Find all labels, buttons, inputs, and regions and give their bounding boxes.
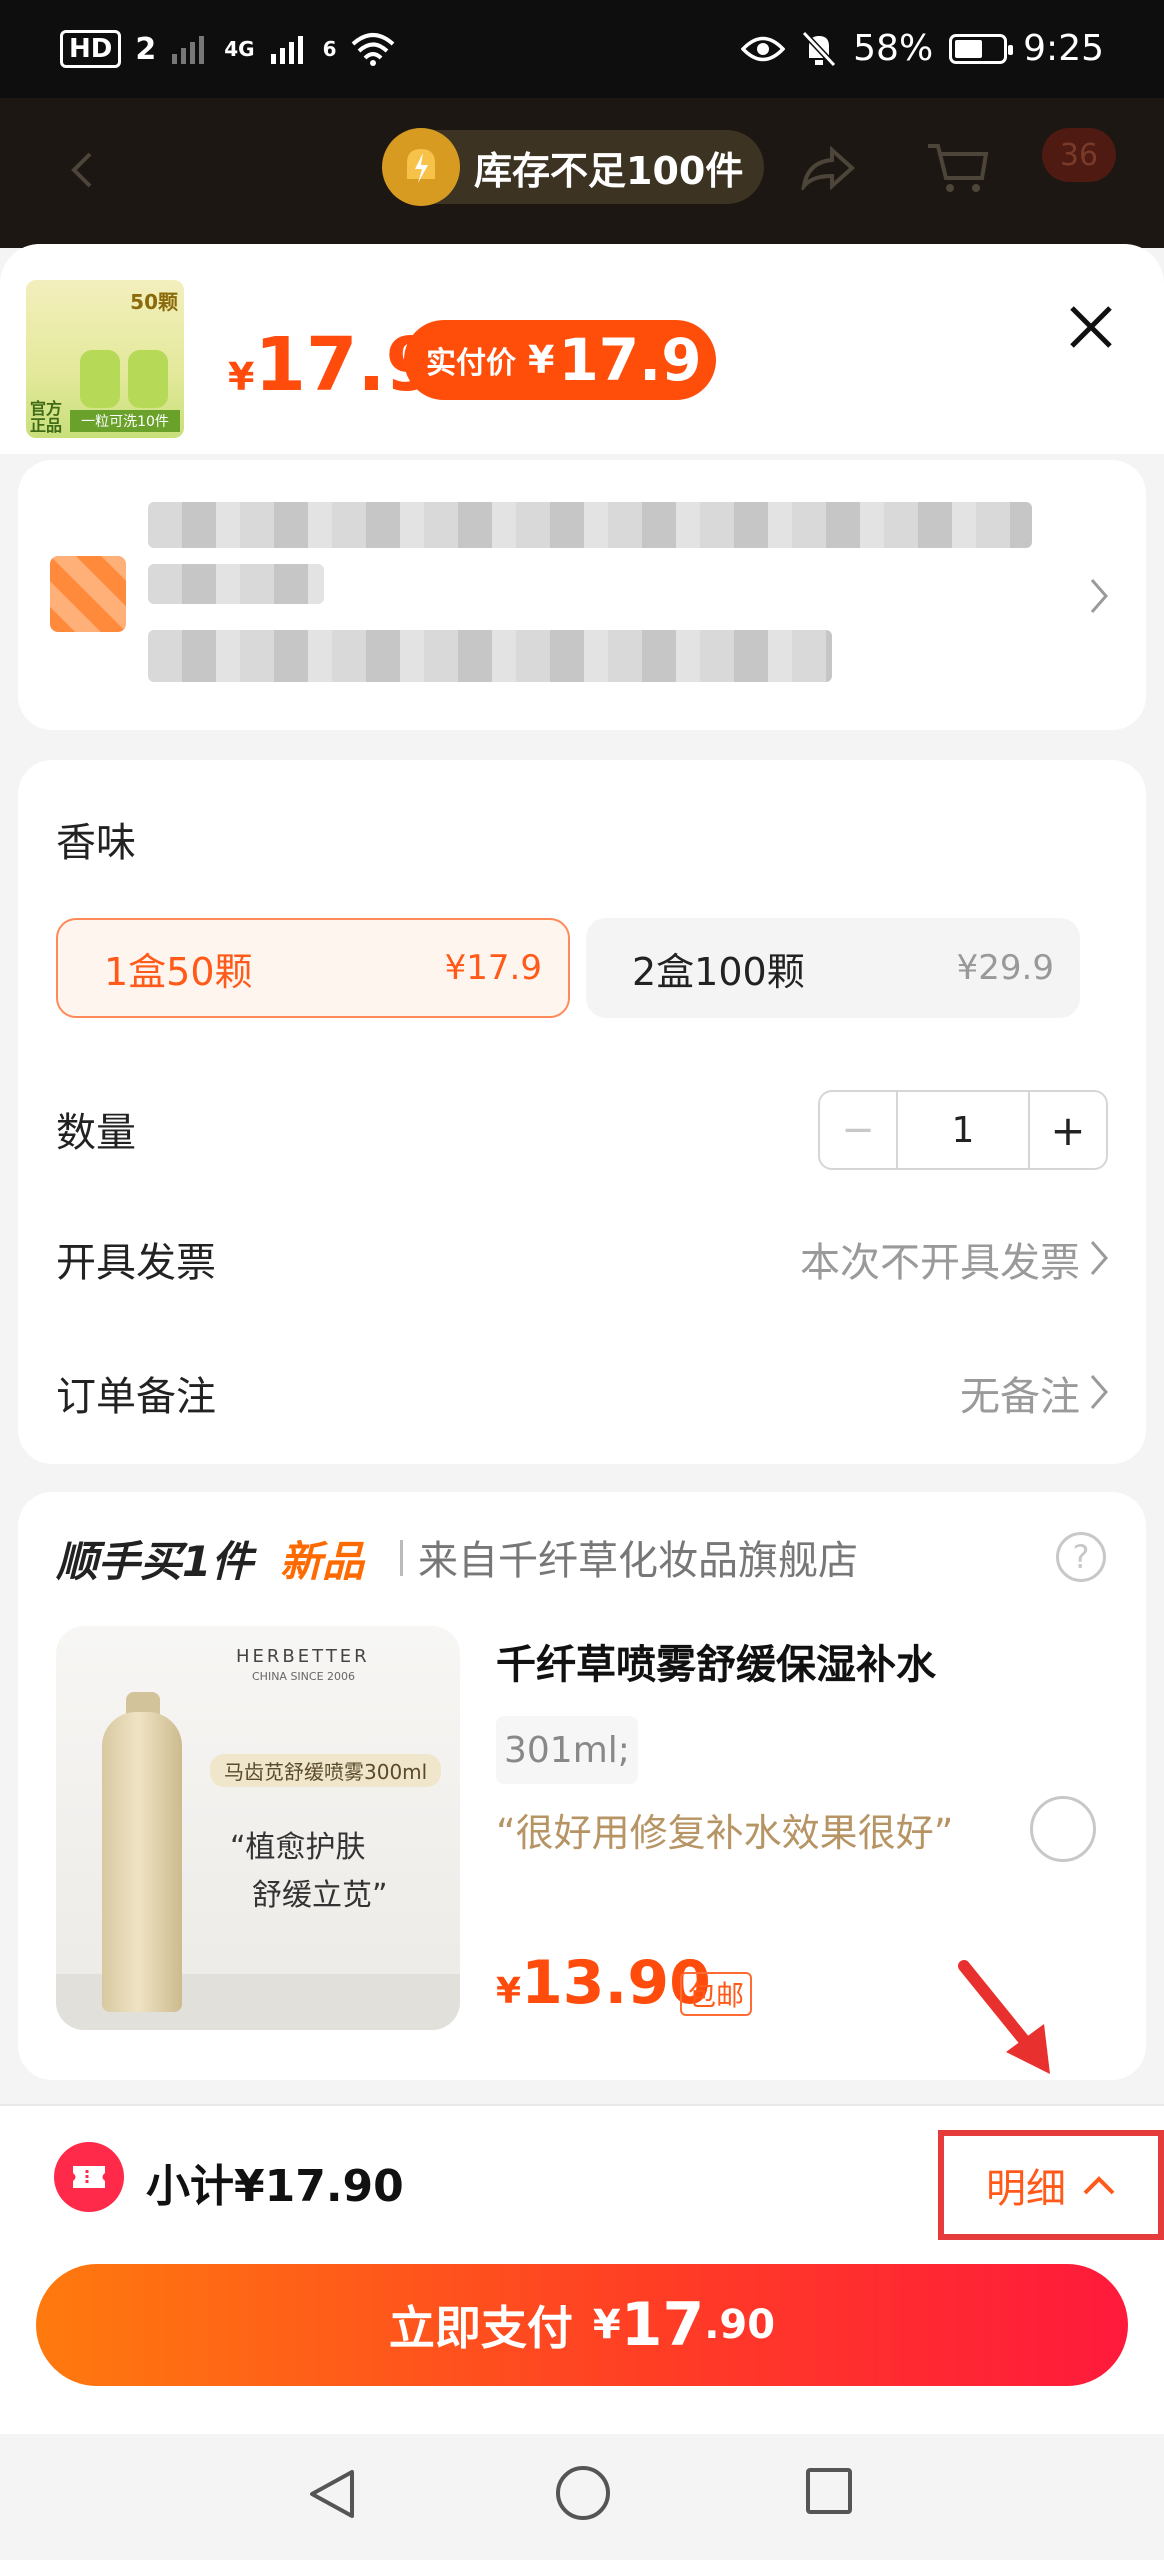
upsell-source-store: 来自千纤草化妆品旗舰店 (418, 1538, 858, 1584)
subtotal-text: 小计¥17.90 (146, 2161, 404, 2212)
hd-badge: HD (60, 30, 122, 68)
pay-now-currency: ¥ (592, 2302, 621, 2348)
signal-icon-2 (270, 36, 303, 64)
wifi-label: 6 (322, 37, 337, 61)
actual-pay-pill: 实付价 ¥ 17.9 (404, 320, 716, 400)
quantity-label: 数量 (56, 1110, 136, 1156)
battery-icon (949, 33, 1014, 64)
pay-now-amount-dec: .90 (704, 2302, 776, 2348)
annotation-arrow-icon (958, 1960, 1050, 2074)
sheet-header: 50颗 官方正品 一粒可洗10件 ¥17.9 实付价 ¥ 17.9 (0, 244, 1164, 454)
battery-level (955, 39, 983, 58)
eye-icon (741, 36, 786, 61)
scent-section-title: 香味 (56, 820, 136, 866)
address-name-blurred (148, 502, 1032, 548)
coupon-icon (54, 2142, 124, 2212)
chevron-right-icon (1090, 1241, 1108, 1275)
detail-label: 明细 (986, 2166, 1066, 2212)
pay-now-label: 立即支付 (388, 2301, 573, 2355)
thumbnail-pod (128, 350, 168, 408)
upsell-price: ¥13.90 (496, 1948, 711, 2018)
nav-back-icon[interactable] (306, 2466, 358, 2522)
nav-home-icon[interactable] (556, 2466, 610, 2520)
address-line-blurred (148, 564, 324, 604)
heading-divider (400, 1540, 403, 1576)
signal-icon (172, 36, 205, 64)
option-price: ¥29.9 (956, 948, 1054, 988)
stock-warning-pill: 库存不足100件 (382, 128, 764, 206)
upsell-heading: 顺手买1件 (56, 1537, 254, 1586)
status-left: HD 2 4G 6 (60, 30, 396, 68)
help-icon[interactable]: ? (1056, 1532, 1106, 1582)
quantity-input[interactable]: 1 (898, 1092, 1028, 1168)
stock-warning-text: 库存不足100件 (474, 148, 744, 193)
price-currency: ¥ (228, 355, 255, 399)
cart-icon[interactable] (926, 142, 990, 196)
quantity-plus-button[interactable]: + (1028, 1092, 1106, 1168)
upsell-review-quote: “很好用修复补水效果很好” (496, 1811, 954, 1855)
chevron-right-icon (1090, 579, 1108, 613)
actual-pay-label: 实付价 (426, 346, 516, 381)
image-quote-line-1: “植愈护肤 (230, 1830, 366, 1865)
sim-label: 2 (135, 31, 157, 67)
network-label: 4G (224, 37, 255, 61)
actual-pay-value: 17.9 (558, 326, 702, 394)
product-thumbnail: 50颗 官方正品 一粒可洗10件 (26, 280, 184, 438)
back-arrow-icon[interactable] (62, 150, 102, 190)
remark-value: 无备注 (960, 1374, 1080, 1420)
free-shipping-badge: 包邮 (680, 1972, 753, 2016)
cart-badge: 36 (1042, 128, 1116, 182)
upsell-product-spec: 301ml; (496, 1716, 638, 1784)
chevron-right-icon (1090, 1375, 1108, 1409)
pay-now-amount-int: 17 (620, 2290, 705, 2360)
address-phone-blurred (148, 630, 832, 682)
upsell-new-tag: 新品 (280, 1537, 365, 1586)
remark-label: 订单备注 (56, 1374, 216, 1420)
spray-bottle (102, 1712, 182, 2012)
chevron-up-icon (1083, 2176, 1115, 2195)
system-nav-bar (0, 2434, 1164, 2560)
invoice-row[interactable]: 开具发票 本次不开具发票 (18, 1200, 1146, 1310)
detail-button[interactable]: 明细 (938, 2130, 1164, 2240)
image-brand-sub: CHINA SINCE 2006 (252, 1670, 356, 1683)
thumbnail-badge: 50颗 (130, 290, 178, 314)
bolt-bell-icon (382, 128, 460, 206)
quantity-minus-button[interactable]: − (820, 1092, 898, 1168)
status-right: 58% 9:25 (741, 28, 1104, 69)
option-2-box-100[interactable]: 2盒100颗 ¥29.9 (586, 918, 1080, 1018)
battery-percent: 58% (853, 28, 934, 69)
location-pin-icon (50, 556, 126, 632)
address-card[interactable] (18, 460, 1146, 730)
product-header-dimmed: 库存不足100件 36 (0, 98, 1164, 248)
option-label: 2盒100颗 (632, 949, 805, 994)
upsell-product-title[interactable]: 千纤草喷雾舒缓保湿补水 (496, 1632, 936, 1690)
option-label: 1盒50颗 (104, 949, 253, 994)
quantity-stepper: − 1 + (818, 1090, 1108, 1170)
image-brand-text: HERBETTER (236, 1646, 370, 1667)
image-quote-line-2: 舒缓立苋” (252, 1878, 388, 1913)
share-icon[interactable] (800, 146, 856, 190)
invoice-label: 开具发票 (56, 1240, 216, 1286)
checkout-bar: 小计¥17.90 明细 立即支付 ¥ 17 .90 (0, 2104, 1164, 2434)
image-product-tag: 马齿苋舒缓喷雾300ml (210, 1754, 442, 1787)
pay-now-button[interactable]: 立即支付 ¥ 17 .90 (36, 2264, 1128, 2386)
thumbnail-bottom-banner: 一粒可洗10件 (70, 410, 180, 432)
remark-row[interactable]: 订单备注 无备注 (18, 1334, 1146, 1444)
upsell-price-currency: ¥ (496, 1971, 522, 2012)
nav-recent-apps-icon[interactable] (806, 2468, 852, 2514)
mute-bell-icon (801, 30, 837, 67)
thumbnail-official-label: 官方正品 (30, 399, 63, 435)
close-icon[interactable] (1064, 300, 1118, 354)
invoice-value: 本次不开具发票 (800, 1240, 1080, 1286)
thumbnail-pod (80, 350, 120, 408)
wifi-icon (352, 33, 395, 66)
spec-card: 香味 1盒50颗 ¥17.9 2盒100颗 ¥29.9 数量 − 1 + 开具发… (18, 760, 1146, 1464)
option-price: ¥17.9 (444, 948, 542, 988)
clock: 9:25 (1023, 28, 1104, 69)
status-bar: HD 2 4G 6 58% 9:25 (0, 0, 1164, 98)
upsell-select-radio[interactable] (1030, 1796, 1096, 1862)
upsell-product-image[interactable]: HERBETTER CHINA SINCE 2006 马齿苋舒缓喷雾300ml … (56, 1626, 460, 2030)
option-1-box-50[interactable]: 1盒50颗 ¥17.9 (56, 918, 570, 1018)
actual-pay-currency: ¥ (528, 338, 555, 382)
